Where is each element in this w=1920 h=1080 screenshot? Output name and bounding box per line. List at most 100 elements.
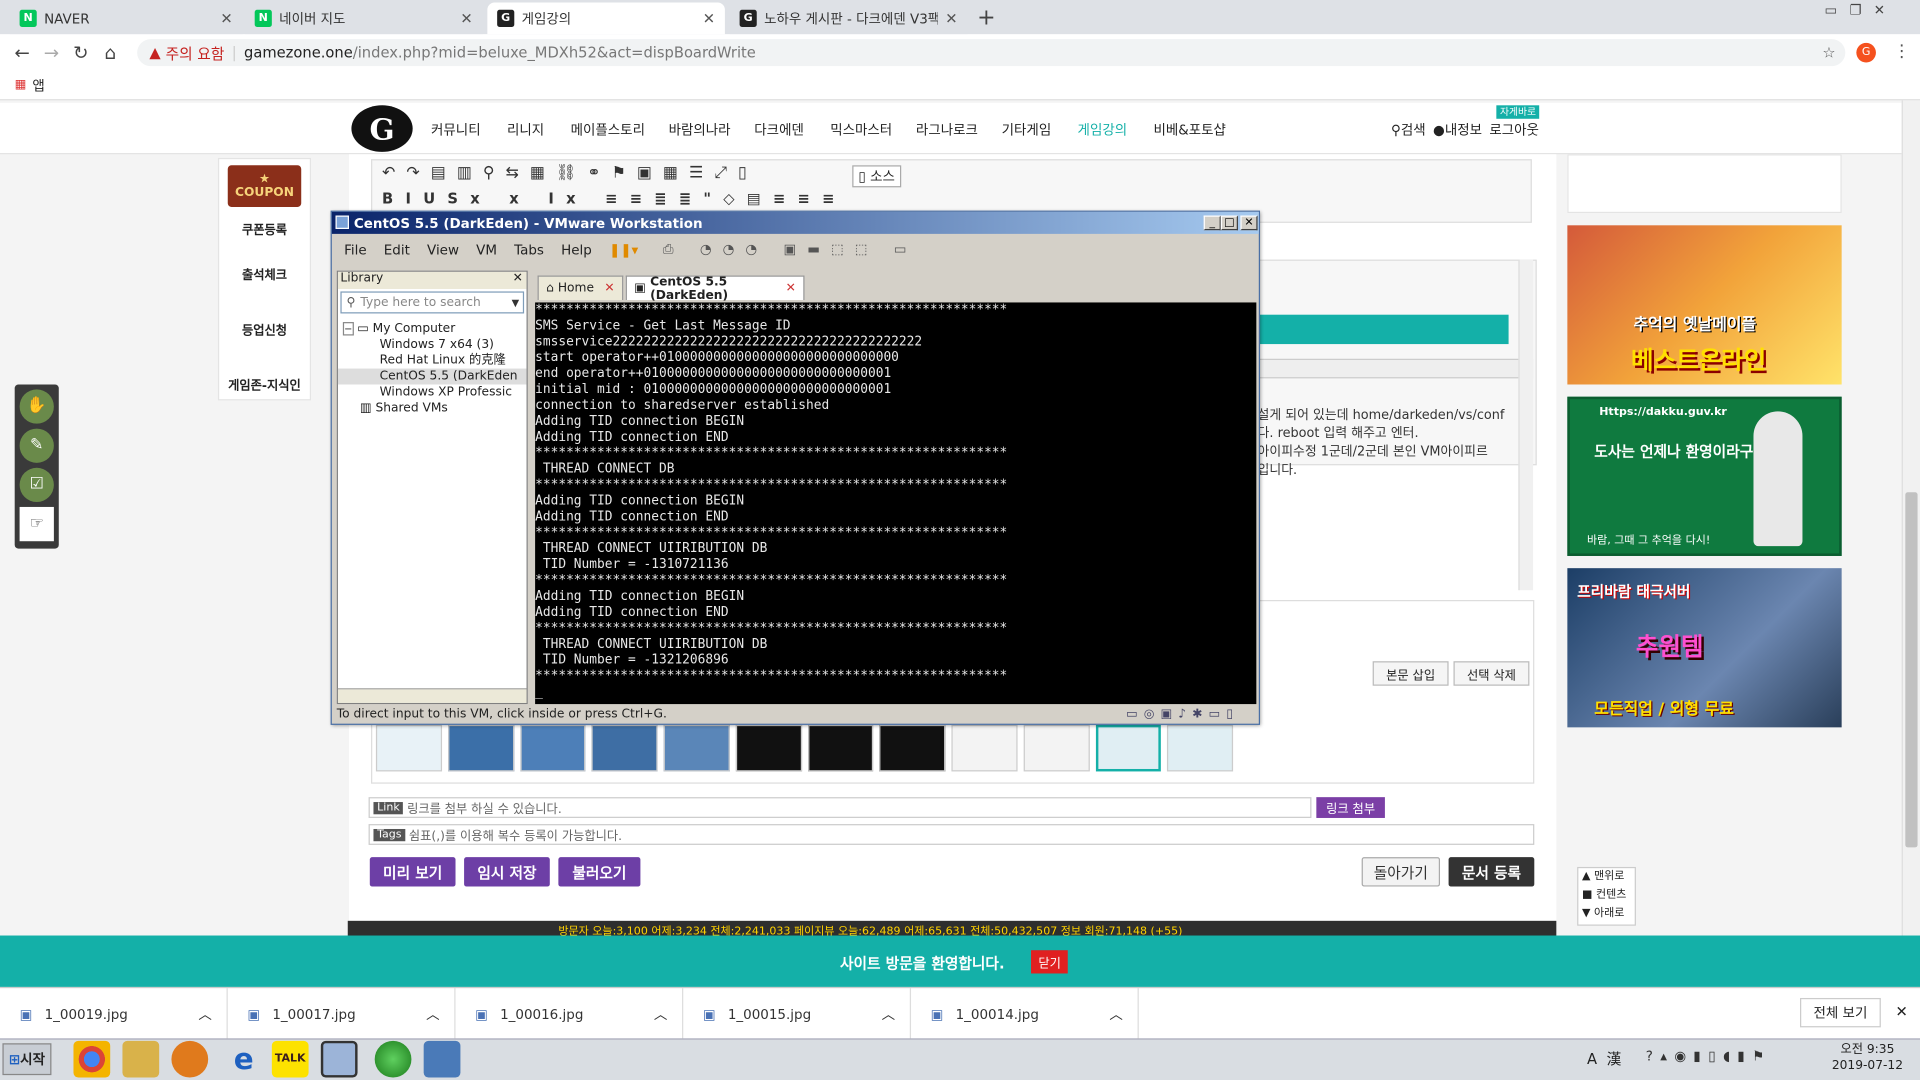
collapse-icon[interactable]: − — [342, 322, 354, 336]
show-all-downloads-button[interactable]: 전체 보기 — [1800, 997, 1881, 1028]
system-tray-icons[interactable]: ?▴◉▮▯◖▮⚑ — [1646, 1048, 1772, 1064]
close-tab-icon[interactable]: ✕ — [220, 10, 232, 27]
handshake-icon[interactable]: ✋ — [19, 389, 54, 424]
download-item[interactable]: ▣ 1_00016.jpg ︿ — [456, 988, 684, 1040]
attachment-thumbnail[interactable] — [591, 724, 658, 772]
attach-link-button[interactable]: 링크 첨부 — [1316, 797, 1385, 818]
wrench-icon[interactable]: ✎ — [19, 428, 54, 463]
new-tab-button[interactable]: + — [977, 5, 995, 31]
nav-item[interactable]: 바람의나라 — [669, 120, 731, 140]
menu-file[interactable]: File — [344, 242, 367, 258]
library-close-icon[interactable]: ✕ — [513, 272, 523, 285]
attachment-thumbnail-selected[interactable] — [1095, 724, 1162, 772]
media-player-taskbar-icon[interactable] — [171, 1040, 209, 1078]
chevron-up-icon[interactable]: ︿ — [198, 1004, 211, 1024]
scroll-bottom-link[interactable]: ▼ 아래로 — [1582, 905, 1635, 923]
apps-grid-icon[interactable]: ▦ — [15, 78, 27, 91]
menu-vm[interactable]: VM — [476, 242, 497, 258]
chevron-up-icon[interactable]: ︿ — [882, 1004, 895, 1024]
browser-tab[interactable]: G 노하우 게시판 - 다크에덴 V3팩 ✕ — [729, 2, 968, 35]
bookmark-apps[interactable]: 앱 — [32, 75, 44, 95]
tree-node-vm[interactable]: Red Hat Linux 的克隆 — [338, 353, 527, 369]
coupon-badge[interactable]: ★ COUPON — [227, 165, 302, 207]
pause-icon[interactable]: ❚❚▾ — [609, 242, 638, 258]
close-tab-icon[interactable]: ✕ — [604, 282, 614, 295]
close-tab-icon[interactable]: ✕ — [460, 10, 472, 27]
menu-edit[interactable]: Edit — [384, 242, 410, 258]
attachment-thumbnail[interactable] — [519, 724, 586, 772]
vm-tab-centos[interactable]: ▣ CentOS 5.5 (DarkEden) ✕ — [625, 275, 805, 302]
library-search-input[interactable]: ⚲ Type here to search ▼ — [340, 291, 525, 314]
tree-node-shared-vms[interactable]: ▥ Shared VMs — [338, 400, 527, 416]
content-link[interactable]: ■ 컨텐츠 — [1582, 887, 1635, 905]
site-logo[interactable]: G — [351, 105, 413, 152]
nav-item[interactable]: 기타게임 — [1002, 120, 1052, 140]
editor-scrollbar[interactable] — [1518, 259, 1534, 591]
tree-node-vm[interactable]: Windows XP Professic — [338, 384, 527, 400]
minimize-button[interactable]: _ — [1203, 215, 1221, 231]
source-button[interactable]: ▯ 소스 — [852, 165, 902, 188]
download-item[interactable]: ▣ 1_00015.jpg ︿ — [683, 988, 912, 1040]
coupon-register-link[interactable]: 쿠폰등록 — [219, 219, 310, 237]
attachment-thumbnail[interactable] — [951, 724, 1018, 772]
kakaotalk-taskbar-icon[interactable]: TALK — [271, 1040, 309, 1078]
dropdown-arrow-icon[interactable]: ▼ — [512, 297, 520, 308]
vm-tab-home[interactable]: ⌂ Home ✕ — [537, 275, 624, 301]
editor-body-text[interactable]: 설게 되어 있는데 home/darkeden/vs/conf 다. reboo… — [1258, 407, 1540, 480]
nav-item[interactable]: 게임강의 — [1078, 120, 1128, 140]
ad-banner-dakku[interactable]: Https://dakku.guv.kr 도사는 언제나 환영이라구! 바람, … — [1567, 396, 1842, 556]
explorer-taskbar-icon[interactable] — [122, 1040, 160, 1078]
link-field[interactable]: Link 링크를 첨부 하실 수 있습니다. — [368, 797, 1312, 818]
menu-tabs[interactable]: Tabs — [514, 242, 544, 258]
ie-taskbar-icon[interactable]: e — [225, 1041, 262, 1078]
welcome-close-button[interactable]: 닫기 — [1031, 950, 1069, 974]
back-arrow-icon[interactable]: ← — [7, 42, 36, 64]
attachment-thumbnail[interactable] — [375, 724, 442, 772]
load-button[interactable]: 불러오기 — [558, 857, 641, 887]
menu-help[interactable]: Help — [561, 242, 592, 258]
hand-icon[interactable]: ☞ — [19, 506, 54, 542]
chevron-up-icon[interactable]: ︿ — [426, 1004, 439, 1024]
device-status-icons[interactable]: ▭◎▣♪✱▭▯ — [1126, 707, 1239, 720]
library-h-scrollbar[interactable] — [337, 688, 527, 703]
editor-toolbar-row1[interactable]: ↶↷▤▥⚲⇆▦⛓⚭⚑▣▦☰⤢▯ — [372, 160, 1530, 186]
temp-save-button[interactable]: 임시 저장 — [464, 857, 550, 887]
chrome-taskbar-icon[interactable] — [73, 1040, 111, 1078]
level-up-link[interactable]: 등업신청 — [219, 320, 310, 337]
go-back-button[interactable]: 돌아가기 — [1361, 857, 1441, 887]
browser-tab[interactable]: N 네이버 지도 ✕ — [244, 2, 483, 35]
ad-banner-taeguk[interactable]: 프리바람 태극서버 추원템 모든직업 / 외형 무료 — [1567, 568, 1842, 728]
taskbar-clock[interactable]: 오전 9:35 2019-07-12 — [1832, 1042, 1903, 1074]
submit-document-button[interactable]: 문서 등록 — [1448, 857, 1535, 887]
close-tab-icon[interactable]: ✕ — [703, 10, 715, 27]
nav-item[interactable]: 라그나로크 — [916, 120, 978, 140]
tree-node-vm-selected[interactable]: CentOS 5.5 (DarkEden — [337, 368, 527, 385]
insert-body-button[interactable]: 본문 삽입 — [1372, 661, 1449, 686]
tree-node-vm[interactable]: Windows 7 x64 (3) — [338, 337, 527, 353]
vm-toolbar-icons[interactable]: ⎙ ◔◔◔ ▣▬⬚⬚ ▭ — [663, 241, 918, 258]
start-button[interactable]: ⊞ 시작 — [2, 1043, 52, 1076]
close-button[interactable]: ✕ — [1240, 215, 1258, 231]
home-icon[interactable]: ⌂ — [96, 42, 125, 64]
browser-tab[interactable]: N NAVER ✕ — [9, 2, 243, 35]
attachment-thumbnail[interactable] — [663, 724, 730, 772]
download-item[interactable]: ▣ 1_00014.jpg ︿ — [911, 988, 1139, 1040]
profile-avatar[interactable]: G — [1856, 42, 1876, 63]
close-downloads-icon[interactable]: ✕ — [1896, 1003, 1908, 1020]
bookmark-star-icon[interactable]: ☆ — [1822, 44, 1835, 61]
attachment-thumbnail[interactable] — [735, 724, 802, 772]
omnibox[interactable]: ▲ 주의 요함 | gamezone.one /index.php?mid=be… — [137, 39, 1846, 67]
attendance-link[interactable]: 출석체크 — [219, 264, 310, 282]
preview-button[interactable]: 미리 보기 — [369, 857, 456, 887]
attachment-thumbnail[interactable] — [1167, 724, 1234, 772]
knowledge-link[interactable]: 게임존-지식인 — [219, 375, 310, 393]
attachment-thumbnail[interactable] — [1023, 724, 1090, 772]
tree-node-my-computer[interactable]: − ▭ My Computer — [338, 321, 527, 337]
download-item[interactable]: ▣ 1_00017.jpg ︿ — [228, 988, 456, 1040]
scrollbar-thumb[interactable] — [1905, 492, 1918, 848]
nav-item[interactable]: 비베&포토샵 — [1153, 120, 1225, 140]
tags-field[interactable]: Tags 쉼표(,)를 이용해 복수 등록이 가능합니다. — [368, 824, 1535, 845]
browser-tab-active[interactable]: G 게임강의 ✕ — [487, 2, 725, 35]
nav-item[interactable]: 메이플스토리 — [571, 120, 645, 140]
remote-desktop-taskbar-icon[interactable] — [423, 1040, 461, 1078]
